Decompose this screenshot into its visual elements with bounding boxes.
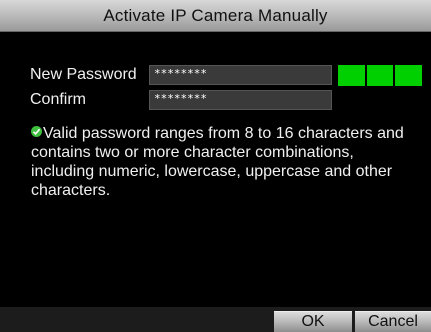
password-strength-meter <box>338 65 423 86</box>
dialog-title: Activate IP Camera Manually <box>103 5 328 25</box>
confirm-row: Confirm <box>30 89 148 111</box>
confirm-password-field[interactable]: ******** <box>149 90 332 110</box>
new-password-label: New Password <box>30 66 137 83</box>
check-circle-icon <box>31 126 42 137</box>
new-password-row: New Password <box>30 64 148 86</box>
strength-segment <box>338 65 365 86</box>
cancel-button[interactable]: Cancel <box>355 311 431 332</box>
ok-button[interactable]: OK <box>274 311 352 332</box>
password-rules-text: Valid password ranges from 8 to 16 chara… <box>31 125 404 199</box>
strength-segment <box>366 65 394 86</box>
strength-segment <box>395 65 423 86</box>
confirm-label: Confirm <box>30 91 87 108</box>
title-bar: Activate IP Camera Manually <box>0 0 431 32</box>
password-rules-info: Valid password ranges from 8 to 16 chara… <box>31 124 421 200</box>
activate-camera-dialog: Activate IP Camera Manually New Password… <box>0 0 431 332</box>
new-password-field[interactable]: ******** <box>149 65 332 85</box>
